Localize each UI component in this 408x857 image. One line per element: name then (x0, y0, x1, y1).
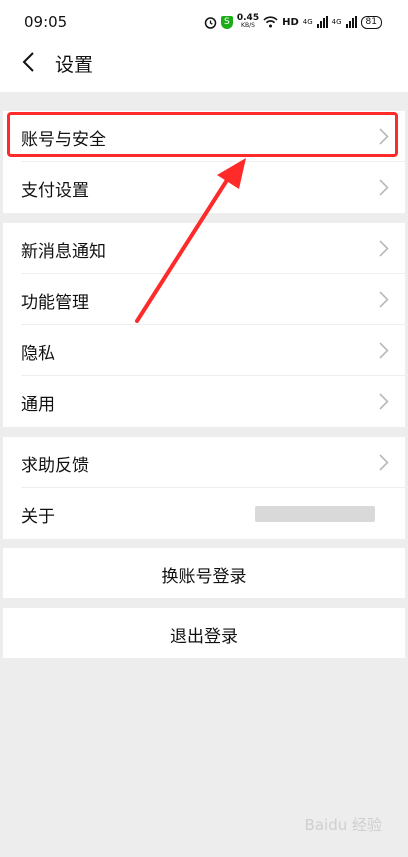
watermark: Baidu 经验 (304, 816, 382, 834)
annotation-arrow (135, 158, 246, 323)
